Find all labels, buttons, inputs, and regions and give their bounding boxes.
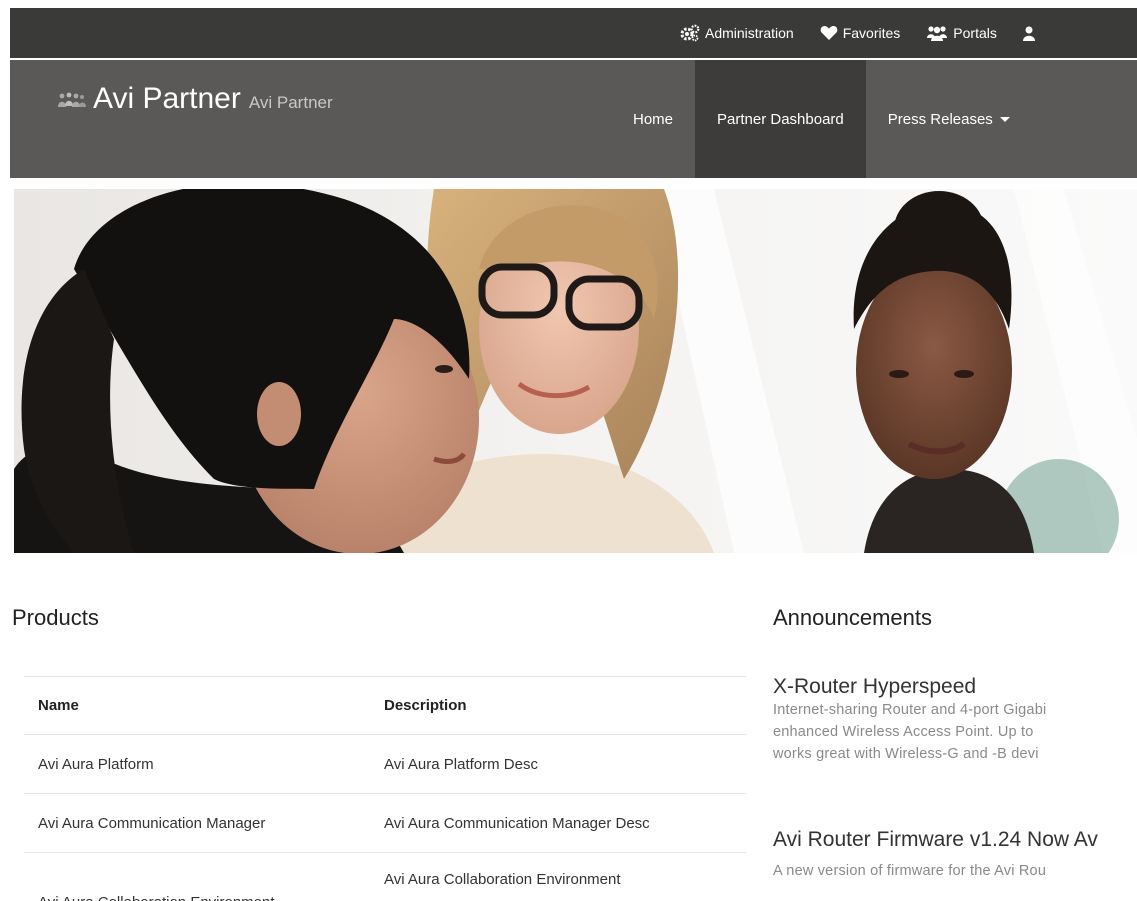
gears-icon — [680, 24, 700, 42]
nav-partner-dashboard[interactable]: Partner Dashboard — [695, 60, 866, 178]
announcement-heading[interactable]: Avi Router Firmware v1.24 Now Av — [773, 828, 1137, 852]
brand-title: Avi Partner — [93, 82, 241, 115]
table-row[interactable]: Avi Aura Platform Avi Aura Platform Desc — [24, 734, 746, 794]
people-icon — [58, 92, 86, 107]
portals-label: Portals — [953, 25, 997, 41]
main-navbar: Avi Partner Avi Partner Home Partner Das… — [10, 60, 1137, 178]
table-header-row: Name Description — [24, 676, 746, 735]
product-name: Avi Aura Platform — [24, 734, 370, 794]
hero-banner — [14, 189, 1137, 553]
product-description: Avi Aura Platform Desc — [370, 734, 746, 794]
announcement-line: Internet-sharing Router and 4-port Gigab… — [773, 702, 1047, 718]
portals-link[interactable]: Portals — [926, 24, 997, 42]
announcement-line: enhanced Wireless Access Point. Up to — [773, 724, 1034, 740]
announcement-item: X-Router Hyperspeed Internet-sharing Rou… — [773, 675, 1137, 765]
product-name: Avi Aura Communication Manager — [24, 793, 370, 853]
announcement-heading[interactable]: X-Router Hyperspeed — [773, 675, 1137, 699]
brand-subtitle: Avi Partner — [248, 93, 333, 112]
nav-home[interactable]: Home — [611, 60, 695, 178]
user-icon — [1022, 26, 1035, 41]
favorites-link[interactable]: Favorites — [820, 25, 901, 41]
brand[interactable]: Avi Partner Avi Partner — [57, 82, 333, 116]
primary-nav: Home Partner Dashboard Press Releases — [611, 60, 1032, 178]
products-table: Name Description Avi Aura Platform Avi A… — [24, 676, 746, 901]
caret-down-icon — [999, 116, 1010, 122]
table-row[interactable]: Avi Aura Communication Manager Avi Aura … — [24, 793, 746, 853]
column-header-name: Name — [24, 676, 370, 735]
nav-press-releases[interactable]: Press Releases — [866, 60, 1032, 178]
user-link[interactable] — [1022, 24, 1040, 42]
announcements-heading: Announcements — [773, 605, 932, 630]
nav-partner-dashboard-label: Partner Dashboard — [717, 110, 844, 128]
product-name: Avi Aura Collaboration Environment — [24, 852, 370, 901]
product-description: Avi Aura Collaboration Environment — [370, 852, 746, 901]
nav-home-label: Home — [633, 110, 674, 128]
announcement-line: A new version of firmware for the Avi Ro… — [773, 863, 1047, 879]
heart-icon — [820, 26, 838, 40]
favorites-label: Favorites — [842, 25, 901, 41]
nav-press-releases-label: Press Releases — [887, 110, 993, 128]
users-icon — [927, 26, 948, 41]
announcement-item: Avi Router Firmware v1.24 Now Av A new v… — [773, 828, 1137, 882]
hero-photo — [14, 189, 1137, 553]
utility-links: Administration Favorites Portals — [680, 8, 1066, 58]
announcement-line: works great with Wireless-G and -B devi — [773, 746, 1039, 762]
administration-label: Administration — [705, 25, 794, 41]
administration-link[interactable]: Administration — [680, 24, 794, 42]
column-header-description: Description — [370, 676, 746, 735]
product-description: Avi Aura Communication Manager Desc — [370, 793, 746, 853]
products-heading: Products — [12, 605, 99, 630]
utility-bar: Administration Favorites Portals — [10, 8, 1137, 58]
table-row[interactable]: Avi Aura Collaboration Environment Avi A… — [24, 852, 746, 901]
